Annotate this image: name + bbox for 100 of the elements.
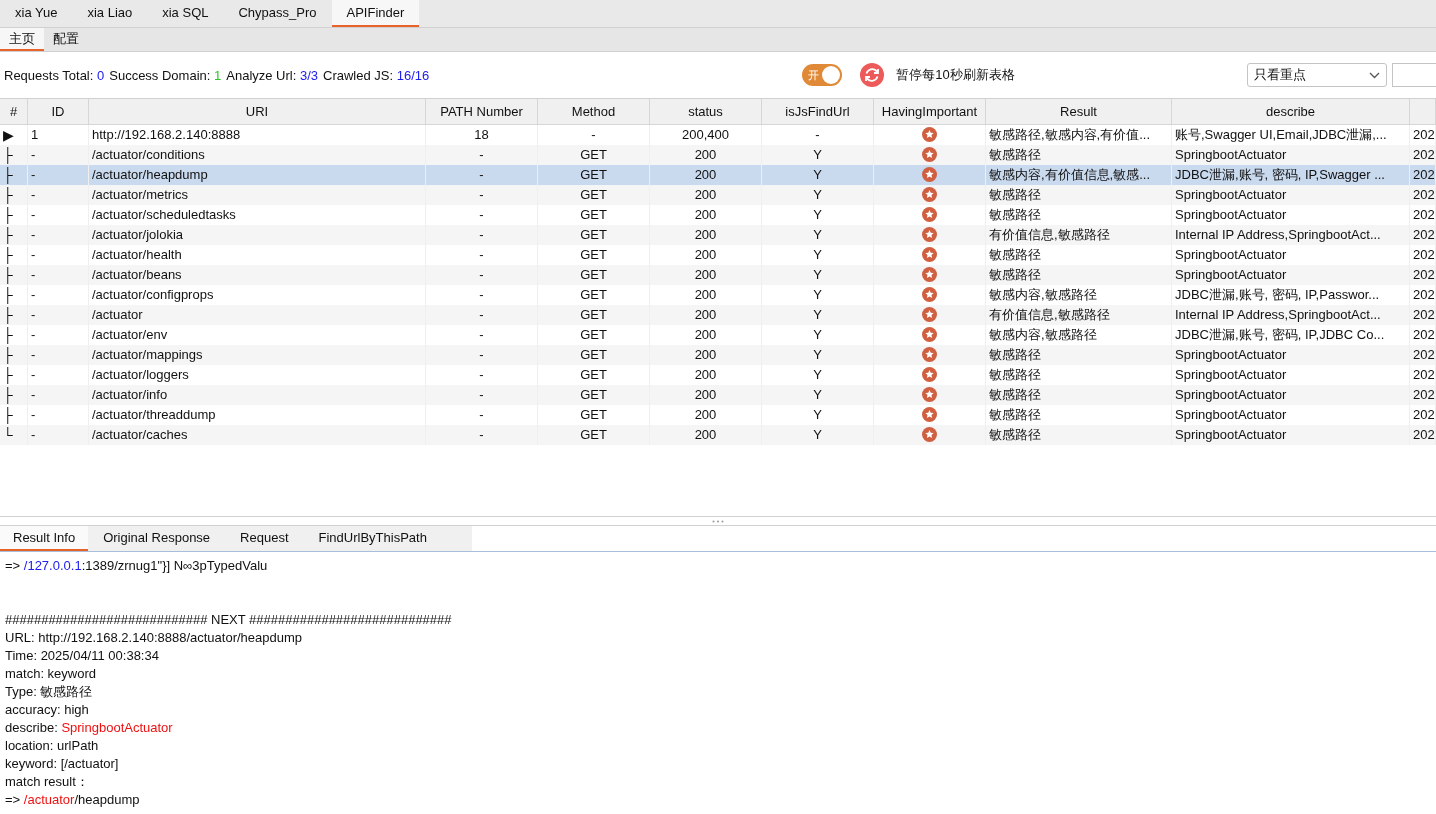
date-cell: 202	[1413, 167, 1435, 183]
result-line: => /actuator/heapdump	[5, 791, 141, 809]
table-row[interactable]: ├ - /actuator/conditions - GET 200 Y 敏感路径 SpringbootActuator 202	[0, 144, 1436, 165]
result-line: Type: 敏感路径	[5, 683, 94, 701]
table-row[interactable]: ├ - /actuator/metrics - GET 200 Y 敏感路径 SpringbootActuator 202	[0, 184, 1436, 205]
tab[interactable]: xia Yue	[0, 0, 73, 27]
tab[interactable]: Result Info	[0, 526, 89, 551]
describe-cell: SpringbootActuator	[1175, 187, 1287, 203]
uri-cell: /actuator/health	[92, 247, 182, 263]
result-line: match result：	[5, 773, 90, 791]
date-cell: 202	[1413, 207, 1435, 223]
js-find-cell: Y	[813, 427, 822, 443]
column-header[interactable]: #	[0, 98, 28, 124]
tab[interactable]: Chypass_Pro	[223, 0, 332, 27]
method-cell: GET	[580, 207, 607, 223]
method-cell: GET	[580, 227, 607, 243]
table-row[interactable]: ├ - /actuator - GET 200 Y 有价值信息,敏感路径 Internal IP Address,SpringbootAct... 202	[0, 304, 1436, 325]
result-cell: 敏感内容,有价值信息,敏感...	[989, 165, 1151, 184]
id-cell: -	[31, 307, 36, 323]
search-field[interactable]	[1391, 63, 1436, 88]
method-cell: GET	[580, 387, 607, 403]
table-row[interactable]: ▶ 1 http://192.168.2.140:8888 18 - 200,400 - 敏感路径,敏感内容,有价值... 账号,Swagger UI,Email,JDBC泄漏,... 202	[0, 124, 1436, 145]
result-cell: 敏感路径	[989, 345, 1041, 364]
path-number-cell: -	[479, 267, 484, 283]
path-number-cell: -	[479, 147, 484, 163]
path-number-cell: -	[479, 367, 484, 383]
column-header[interactable]: Method	[538, 98, 650, 124]
describe-cell: SpringbootActuator	[1175, 367, 1287, 383]
table-row[interactable]: ├ - /actuator/info - GET 200 Y 敏感路径 SpringbootActuator 202	[0, 384, 1436, 405]
describe-cell: 账号,Swagger UI,Email,JDBC泄漏,...	[1175, 125, 1387, 144]
filter-dropdown[interactable]: 只看重点	[1246, 63, 1387, 88]
tab[interactable]: xia Liao	[72, 0, 148, 27]
tree-marker: ├	[3, 346, 13, 363]
date-cell: 202	[1413, 287, 1435, 303]
method-cell: GET	[580, 147, 607, 163]
method-cell: GET	[580, 247, 607, 263]
id-cell: -	[31, 147, 36, 163]
tree-marker: ├	[3, 326, 13, 343]
splitter-handle-icon[interactable]	[712, 519, 724, 523]
refresh-label: 暂停每10秒刷新表格	[896, 66, 1015, 85]
tab[interactable]: APIFinder	[331, 0, 420, 27]
column-header[interactable]: ID	[28, 98, 89, 124]
uri-cell: /actuator/beans	[92, 267, 182, 283]
tree-marker: └	[3, 426, 13, 443]
result-cell: 有价值信息,敏感路径	[989, 225, 1110, 244]
method-cell: GET	[580, 167, 607, 183]
column-header[interactable]: describe	[1172, 98, 1410, 124]
method-cell: GET	[580, 327, 607, 343]
column-header[interactable]: status	[650, 98, 762, 124]
js-find-cell: Y	[813, 187, 822, 203]
result-cell: 敏感路径	[989, 365, 1041, 384]
describe-cell: JDBC泄漏,账号, 密码, IP,Passwor...	[1175, 285, 1380, 304]
column-header[interactable]: PATH Number	[426, 98, 538, 124]
tab[interactable]: xia SQL	[147, 0, 224, 27]
js-find-cell: Y	[813, 147, 822, 163]
tree-marker: ├	[3, 206, 13, 223]
status-cell: 200	[694, 227, 717, 243]
tab[interactable]: 配置	[44, 27, 88, 52]
date-cell: 202	[1413, 307, 1435, 323]
status-cell: 200	[694, 147, 717, 163]
date-cell: 202	[1413, 227, 1435, 243]
method-cell: -	[591, 127, 596, 143]
table-row[interactable]: ├ - /actuator/jolokia - GET 200 Y 有价值信息,敏感路径 Internal IP Address,SpringbootAct... 202	[0, 224, 1436, 245]
uri-cell: /actuator/jolokia	[92, 227, 184, 243]
id-cell: -	[31, 227, 36, 243]
tab[interactable]: Original Response	[88, 526, 226, 551]
column-header[interactable]: HavingImportant	[874, 98, 986, 124]
column-header[interactable]: URI	[89, 98, 426, 124]
tab[interactable]: 主页	[0, 27, 44, 52]
tree-marker: ├	[3, 166, 13, 183]
date-cell: 202	[1413, 147, 1435, 163]
method-cell: GET	[580, 287, 607, 303]
path-number-cell: 18	[474, 127, 489, 143]
path-number-cell: -	[479, 347, 484, 363]
js-find-cell: Y	[813, 407, 822, 423]
path-number-cell: -	[479, 207, 484, 223]
result-line: => /127.0.0.1:1389/zrnug1"}] N∞3pTypedValu	[5, 557, 269, 575]
table-row[interactable]: └ - /actuator/caches - GET 200 Y 敏感路径 SpringbootActuator 202	[0, 424, 1436, 445]
method-cell: GET	[580, 427, 607, 443]
table-row[interactable]: ├ - /actuator/beans - GET 200 Y 敏感路径 SpringbootActuator 202	[0, 264, 1436, 285]
status-cell: 200	[694, 387, 717, 403]
status-cell: 200	[694, 267, 717, 283]
date-cell: 202	[1413, 367, 1435, 383]
table-row[interactable]: ├ - /actuator/mappings - GET 200 Y 敏感路径 SpringbootActuator 202	[0, 344, 1436, 365]
refresh-icon[interactable]	[860, 63, 885, 88]
describe-cell: SpringbootActuator	[1175, 387, 1287, 403]
id-cell: -	[31, 267, 36, 283]
tab[interactable]: Request	[225, 526, 304, 551]
column-header[interactable]: Result	[986, 98, 1172, 124]
result-cell: 敏感路径	[989, 185, 1041, 204]
tab[interactable]: FindUrlByThisPath	[303, 526, 442, 551]
uri-cell: http://192.168.2.140:8888	[92, 127, 241, 143]
method-cell: GET	[580, 267, 607, 283]
table-row[interactable]: ├ - /actuator/heapdump - GET 200 Y 敏感内容,有价值信息,敏感... JDBC泄漏,账号, 密码, IP,Swagger ... 202	[0, 164, 1436, 185]
js-find-cell: Y	[813, 247, 822, 263]
js-find-cell: Y	[813, 367, 822, 383]
column-header[interactable]: isJsFindUrl	[762, 98, 874, 124]
result-cell: 敏感路径	[989, 145, 1041, 164]
method-cell: GET	[580, 347, 607, 363]
describe-cell: SpringbootActuator	[1175, 267, 1287, 283]
